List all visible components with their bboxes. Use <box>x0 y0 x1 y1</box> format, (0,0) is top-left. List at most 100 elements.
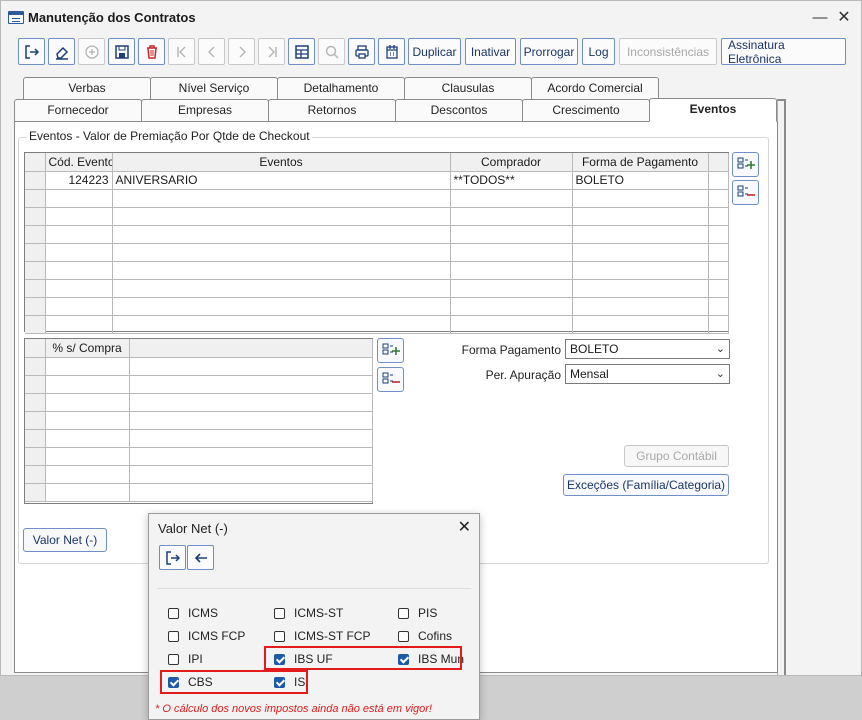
save-button[interactable] <box>108 38 135 65</box>
checkbox-ipi-box[interactable] <box>168 653 179 665</box>
checkbox-icms-fcp-box[interactable] <box>168 630 179 642</box>
table-row[interactable] <box>25 357 373 376</box>
cell-forma-pagamento[interactable]: BOLETO <box>572 171 709 190</box>
close-button[interactable]: ✕ <box>833 7 855 29</box>
extend-button[interactable]: Prorrogar <box>520 38 578 65</box>
exceptions-button[interactable]: Exceções (Família/Categoria) <box>563 474 729 496</box>
cell-empty[interactable] <box>45 375 130 394</box>
cell-empty[interactable] <box>129 393 373 412</box>
row-indicator[interactable] <box>25 243 46 262</box>
cell-empty[interactable] <box>112 297 451 316</box>
row-indicator[interactable] <box>25 189 46 208</box>
row-indicator[interactable] <box>25 357 46 376</box>
cell-empty[interactable] <box>45 207 113 226</box>
cell-empty[interactable] <box>112 243 451 262</box>
checkbox-icms-fcp[interactable]: ICMS FCP <box>168 629 245 643</box>
cell-empty[interactable] <box>572 297 709 316</box>
table-row[interactable] <box>25 207 729 226</box>
table-row[interactable] <box>25 375 373 394</box>
checkbox-pis[interactable]: PIS <box>398 606 437 620</box>
table-row[interactable] <box>25 243 729 262</box>
table-row[interactable] <box>25 315 729 334</box>
cell-empty[interactable] <box>112 315 451 334</box>
cell-empty[interactable] <box>112 279 451 298</box>
cell-empty[interactable] <box>450 189 573 208</box>
checkbox-icms-st-box[interactable] <box>274 607 285 619</box>
cell-empty[interactable] <box>129 357 373 376</box>
cell-empty[interactable] <box>450 207 573 226</box>
cell-empty[interactable] <box>129 375 373 394</box>
cell-empty[interactable] <box>45 297 113 316</box>
add-event-row-button[interactable] <box>732 152 759 177</box>
cell-empty[interactable] <box>129 483 373 502</box>
cell-empty[interactable] <box>45 279 113 298</box>
period-select[interactable]: Mensal ⌄ <box>565 364 730 384</box>
table-row[interactable] <box>25 189 729 208</box>
row-indicator[interactable] <box>25 393 46 412</box>
add-purchase-row-button[interactable] <box>377 338 404 363</box>
checkbox-ipi[interactable]: IPI <box>168 652 203 666</box>
previous-record-button[interactable] <box>198 38 225 65</box>
row-indicator[interactable] <box>25 465 46 484</box>
col-header-percent-purchase[interactable]: % s/ Compra <box>45 339 130 358</box>
cell-empty[interactable] <box>572 315 709 334</box>
checkbox-icms-st[interactable]: ICMS-ST <box>274 606 343 620</box>
electronic-signature-button[interactable]: Assinatura Eletrônica <box>721 38 846 66</box>
remove-purchase-row-button[interactable] <box>377 367 404 392</box>
row-indicator[interactable] <box>25 483 46 502</box>
cell-empty[interactable] <box>45 315 113 334</box>
exit-button[interactable] <box>18 38 45 65</box>
table-row[interactable] <box>25 483 373 502</box>
checkbox-icms[interactable]: ICMS <box>168 606 218 620</box>
cell-empty[interactable] <box>112 189 451 208</box>
tab-verbas[interactable]: Verbas <box>23 77 151 99</box>
table-row[interactable] <box>25 261 729 280</box>
calendar-button[interactable] <box>378 38 405 65</box>
tab-acordo-comercial[interactable]: Acordo Comercial <box>531 77 659 99</box>
table-row[interactable]: 124223 ANIVERSARIO **TODOS** BOLETO <box>25 171 729 190</box>
tab-eventos[interactable]: Eventos <box>649 98 777 122</box>
table-row[interactable] <box>25 225 729 244</box>
row-indicator[interactable] <box>25 225 46 244</box>
cell-empty[interactable] <box>572 225 709 244</box>
row-indicator[interactable] <box>25 171 46 190</box>
cell-empty[interactable] <box>45 225 113 244</box>
cell-empty[interactable] <box>450 225 573 244</box>
search-button[interactable] <box>318 38 345 65</box>
cell-empty[interactable] <box>572 243 709 262</box>
cell-empty[interactable] <box>450 297 573 316</box>
tab-fornecedor[interactable]: Fornecedor <box>14 99 142 121</box>
table-row[interactable] <box>25 393 373 412</box>
cell-empty[interactable] <box>129 465 373 484</box>
cell-empty[interactable] <box>45 261 113 280</box>
cell-empty[interactable] <box>572 207 709 226</box>
table-row[interactable] <box>25 465 373 484</box>
tab-crescimento[interactable]: Crescimento <box>522 99 650 121</box>
tab-descontos[interactable]: Descontos <box>395 99 523 121</box>
log-button[interactable]: Log <box>582 38 615 65</box>
row-indicator[interactable] <box>25 261 46 280</box>
tab-retornos[interactable]: Retornos <box>268 99 396 121</box>
checkbox-cofins[interactable]: Cofins <box>398 629 452 643</box>
row-indicator[interactable] <box>25 411 46 430</box>
tab-clausulas[interactable]: Clausulas <box>404 77 532 99</box>
cell-empty[interactable] <box>45 393 130 412</box>
col-header-cod-evento[interactable]: Cód. Evento <box>45 153 113 172</box>
last-record-button[interactable] <box>258 38 285 65</box>
inconsistencies-button[interactable]: Inconsistências <box>619 38 717 65</box>
purchase-grid[interactable]: % s/ Compra <box>24 338 373 504</box>
cell-empty[interactable] <box>45 357 130 376</box>
cell-empty[interactable] <box>129 411 373 430</box>
cell-comprador[interactable]: **TODOS** <box>450 171 573 190</box>
cell-empty[interactable] <box>112 261 451 280</box>
cell-empty[interactable] <box>112 225 451 244</box>
tab-empresas[interactable]: Empresas <box>141 99 269 121</box>
cell-empty[interactable] <box>450 315 573 334</box>
cell-empty[interactable] <box>450 261 573 280</box>
payment-method-select[interactable]: BOLETO ⌄ <box>565 339 730 359</box>
row-indicator[interactable] <box>25 429 46 448</box>
minimize-button[interactable]: — <box>809 7 831 29</box>
cell-empty[interactable] <box>45 243 113 262</box>
checkbox-cofins-box[interactable] <box>398 630 409 642</box>
tab-nivel-servico[interactable]: Nível Serviço <box>150 77 278 99</box>
